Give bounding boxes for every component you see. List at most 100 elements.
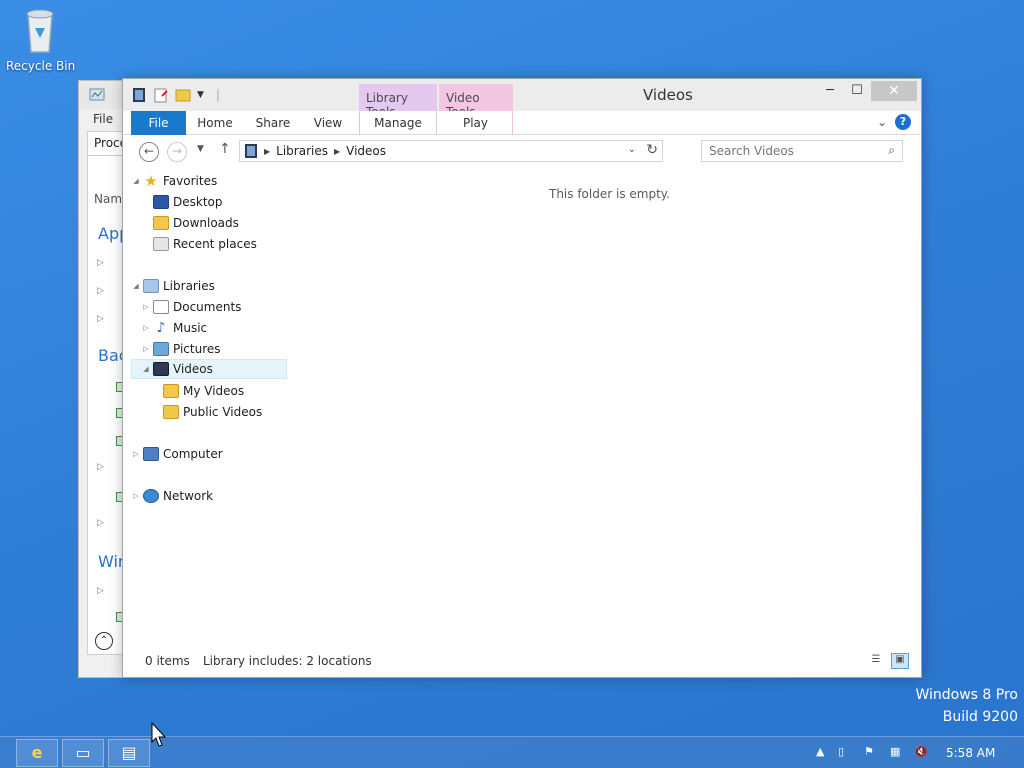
public-videos-folder-icon xyxy=(163,405,179,419)
breadcrumb-videos[interactable]: Videos xyxy=(346,144,386,158)
nav-documents[interactable]: ▷ Documents xyxy=(141,297,241,317)
large-icons-view-icon: ▣ xyxy=(895,654,905,665)
nav-libraries[interactable]: ◢ Libraries xyxy=(131,276,215,296)
new-folder-icon[interactable] xyxy=(175,87,191,103)
back-button[interactable]: ← xyxy=(139,142,159,162)
expand-icon[interactable]: ▷ xyxy=(97,286,104,296)
help-icon[interactable]: ? xyxy=(895,114,911,130)
downloads-folder-icon xyxy=(153,216,169,230)
clock[interactable]: 5:58 AM xyxy=(946,746,995,760)
nav-videos[interactable]: ◢ Videos xyxy=(131,359,287,379)
nav-pictures[interactable]: ▷ Pictures xyxy=(141,339,221,359)
expand-icon[interactable]: ▷ xyxy=(141,345,151,353)
up-button[interactable]: ↑ xyxy=(219,141,231,157)
nav-computer[interactable]: ▷ Computer xyxy=(131,444,223,464)
tab-play[interactable]: Play xyxy=(439,111,513,135)
battery-icon[interactable]: ▯ xyxy=(838,745,844,758)
search-placeholder: Search Videos xyxy=(709,144,794,158)
task-manager-icon xyxy=(89,88,105,101)
video-library-icon[interactable] xyxy=(131,87,147,103)
address-bar[interactable]: ▶ Libraries ▶ Videos ⌄ ↻ xyxy=(239,140,663,162)
large-icons-view-button[interactable]: ▣ xyxy=(891,653,909,669)
expand-icon[interactable]: ▷ xyxy=(141,303,151,311)
refresh-icon[interactable]: ↻ xyxy=(646,142,658,158)
customize-toolbar-icon[interactable]: ▼ xyxy=(197,90,204,100)
nav-network[interactable]: ▷ Network xyxy=(131,486,213,506)
action-center-flag-icon[interactable]: ⚑ xyxy=(864,745,874,758)
tab-manage[interactable]: Manage xyxy=(359,111,437,135)
search-icon[interactable]: ⌕ xyxy=(888,143,895,158)
nav-my-videos[interactable]: My Videos xyxy=(161,381,244,401)
breadcrumb-separator-icon[interactable]: ▶ xyxy=(334,147,340,156)
minimize-icon: ─ xyxy=(826,83,834,98)
library-includes-link[interactable]: Library includes: 2 locations xyxy=(203,654,372,668)
empty-folder-message: This folder is empty. xyxy=(549,187,670,201)
explorer-window[interactable]: ▼ | Library Tools Video Tools Videos ─ ☐… xyxy=(122,78,922,678)
collapse-icon[interactable]: ◢ xyxy=(131,177,141,185)
network-status-icon[interactable]: ▦ xyxy=(890,745,900,758)
toolbar-divider: | xyxy=(215,88,220,102)
collapse-icon[interactable]: ◢ xyxy=(141,365,151,373)
properties-icon[interactable] xyxy=(153,87,169,103)
recycle-bin-shortcut[interactable]: Recycle Bin xyxy=(6,6,75,73)
nav-desktop[interactable]: Desktop xyxy=(141,192,223,212)
up-arrow-icon: ↑ xyxy=(219,141,231,157)
nav-recent-places[interactable]: Recent places xyxy=(141,234,257,254)
computer-icon xyxy=(143,447,159,461)
breadcrumb-separator-icon[interactable]: ▶ xyxy=(264,147,270,156)
nav-label: Computer xyxy=(163,447,223,461)
nav-label: Libraries xyxy=(163,279,215,293)
minimize-button[interactable]: ─ xyxy=(819,81,841,101)
nav-favorites[interactable]: ◢ ★ Favorites xyxy=(131,171,217,191)
address-dropdown-icon[interactable]: ⌄ xyxy=(628,144,636,155)
expand-icon[interactable]: ▷ xyxy=(97,462,104,472)
quick-access-toolbar: ▼ | xyxy=(131,87,220,103)
nav-downloads[interactable]: Downloads xyxy=(141,213,239,233)
tab-file[interactable]: File xyxy=(131,111,186,135)
forward-button[interactable]: → xyxy=(167,142,187,162)
nav-label: Documents xyxy=(173,300,242,314)
documents-icon xyxy=(153,300,169,314)
watermark-build: Build 9200 xyxy=(942,709,1018,725)
recent-locations-dropdown[interactable]: ▼ xyxy=(197,144,204,154)
expand-ribbon-icon[interactable]: ⌄ xyxy=(877,115,887,129)
taskbar-file-explorer[interactable]: ▭ xyxy=(62,739,104,767)
recycle-bin-icon xyxy=(26,9,54,53)
expand-icon[interactable]: ▷ xyxy=(141,324,151,332)
nav-public-videos[interactable]: Public Videos xyxy=(161,402,262,422)
details-view-icon: ☰ xyxy=(871,654,881,665)
expand-icon[interactable]: ▷ xyxy=(97,314,104,324)
expand-icon[interactable]: ▷ xyxy=(97,518,104,528)
collapse-icon[interactable]: ◢ xyxy=(131,282,141,290)
nav-label: Network xyxy=(163,489,214,503)
taskbar-task-manager[interactable]: ▤ xyxy=(108,739,150,767)
task-manager-icon: ▤ xyxy=(121,743,137,762)
nav-label: My Videos xyxy=(183,384,245,398)
watermark-edition: Windows 8 Pro xyxy=(915,687,1018,703)
volume-muted-icon[interactable]: 🔇 xyxy=(914,745,928,758)
nav-label: Desktop xyxy=(173,195,223,209)
maximize-button[interactable]: ☐ xyxy=(845,81,869,101)
taskbar-internet-explorer[interactable]: e xyxy=(16,739,58,767)
nav-label: Downloads xyxy=(173,216,239,230)
close-button[interactable]: ✕ xyxy=(871,81,917,101)
nav-label: Pictures xyxy=(173,342,221,356)
tab-home[interactable]: Home xyxy=(191,111,239,135)
libraries-icon xyxy=(143,279,159,293)
music-icon: ♪ xyxy=(156,320,166,336)
expand-icon[interactable]: ▷ xyxy=(97,258,104,268)
expand-icon[interactable]: ▷ xyxy=(131,492,141,500)
nav-music[interactable]: ▷ ♪ Music xyxy=(141,318,207,338)
expand-icon[interactable]: ▷ xyxy=(97,586,104,596)
titlebar[interactable]: ▼ | Library Tools Video Tools Videos ─ ☐… xyxy=(123,79,921,119)
show-hidden-icons[interactable]: ▲ xyxy=(816,745,824,758)
search-input[interactable]: Search Videos ⌕ xyxy=(701,140,903,162)
tab-view[interactable]: View xyxy=(307,111,349,135)
details-view-button[interactable]: ☰ xyxy=(867,653,885,669)
fewer-details-icon[interactable]: ⌃ xyxy=(95,632,113,650)
breadcrumb-libraries[interactable]: Libraries xyxy=(276,144,328,158)
context-tab-library-tools: Library Tools xyxy=(359,84,437,119)
expand-icon[interactable]: ▷ xyxy=(131,450,141,458)
network-icon xyxy=(143,489,159,503)
tab-share[interactable]: Share xyxy=(251,111,295,135)
